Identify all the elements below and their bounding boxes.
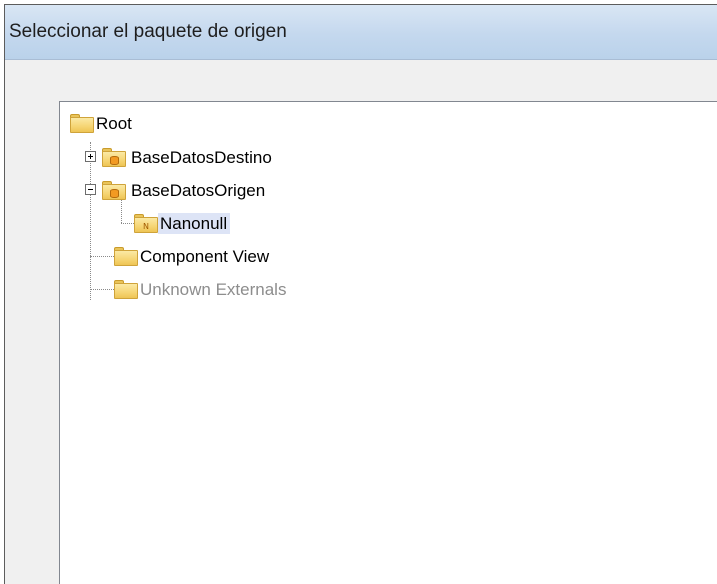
tree-node-label: Root <box>96 113 132 133</box>
tree-connector <box>90 289 114 290</box>
collapse-icon[interactable] <box>85 184 96 195</box>
package-tree[interactable]: Root BaseDatosDestino BaseDatosOrigen N … <box>59 101 717 584</box>
tree-node-label: BaseDatosOrigen <box>131 180 266 200</box>
tree-connector <box>90 142 91 300</box>
tree-node-label: Component View <box>140 246 270 266</box>
tree-node-label: Unknown Externals <box>140 279 287 299</box>
tree-node-root[interactable]: Root <box>70 112 135 134</box>
folder-icon <box>114 246 138 266</box>
tree-connector <box>121 223 134 224</box>
database-folder-icon <box>102 147 126 167</box>
expand-icon[interactable] <box>85 151 96 162</box>
folder-icon <box>114 279 138 299</box>
tree-node-unknown-externals[interactable]: Unknown Externals <box>114 278 289 300</box>
title-bar[interactable]: Seleccionar el paquete de origen <box>5 5 717 60</box>
tree-node-label: BaseDatosDestino <box>131 147 272 167</box>
folder-icon <box>70 113 94 133</box>
namespace-folder-icon: N <box>134 213 158 233</box>
dialog-window: Seleccionar el paquete de origen Root Ba… <box>4 4 717 584</box>
tree-node-component-view[interactable]: Component View <box>114 245 272 267</box>
tree-node-label: Nanonull <box>158 212 231 234</box>
tree-node-basedatosorigen[interactable]: BaseDatosOrigen <box>102 179 268 201</box>
dialog-title: Seleccionar el paquete de origen <box>9 21 287 42</box>
tree-node-basedatosdestino[interactable]: BaseDatosDestino <box>102 146 275 168</box>
tree-node-nanonull[interactable]: N Nanonull <box>134 212 231 234</box>
tree-connector <box>90 256 114 257</box>
database-folder-icon <box>102 180 126 200</box>
